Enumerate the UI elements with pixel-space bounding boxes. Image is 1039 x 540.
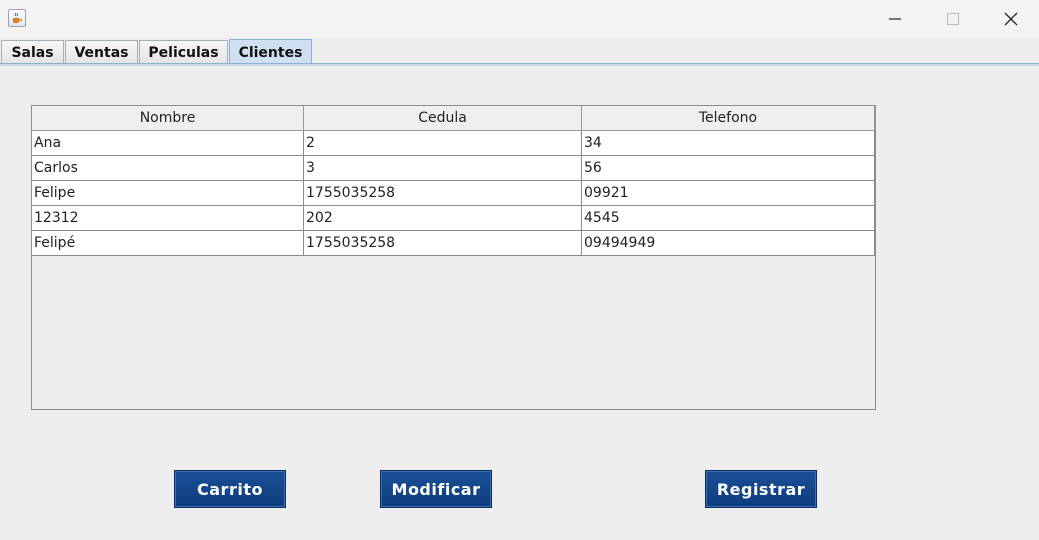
cell-cedula[interactable]: 1755035258 <box>304 181 582 206</box>
column-header-telefono[interactable]: Telefono <box>582 106 875 131</box>
table-row[interactable]: 12312 202 4545 <box>32 206 875 231</box>
java-cup-icon[interactable] <box>8 9 26 27</box>
close-button[interactable] <box>982 0 1039 37</box>
tab-salas[interactable]: Salas <box>1 40 64 65</box>
table-row[interactable]: Felipé 1755035258 09494949 <box>32 231 875 256</box>
cell-nombre[interactable]: 12312 <box>32 206 304 231</box>
tab-content-border <box>0 63 1039 66</box>
cell-nombre[interactable]: Felipé <box>32 231 304 256</box>
table-body: Ana 2 34 Carlos 3 56 Felipe 1755035258 0… <box>32 131 875 256</box>
title-bar <box>0 0 1039 37</box>
cell-cedula[interactable]: 3 <box>304 156 582 181</box>
cell-nombre[interactable]: Ana <box>32 131 304 156</box>
tab-peliculas[interactable]: Peliculas <box>139 40 228 65</box>
maximize-button[interactable] <box>924 0 982 37</box>
table-row[interactable]: Ana 2 34 <box>32 131 875 156</box>
cell-telefono[interactable]: 56 <box>582 156 875 181</box>
close-icon <box>1004 12 1018 25</box>
cell-cedula[interactable]: 1755035258 <box>304 231 582 256</box>
minimize-icon <box>889 17 901 20</box>
column-header-nombre[interactable]: Nombre <box>32 106 304 131</box>
clients-table: Nombre Cedula Telefono Ana 2 34 Carlos 3… <box>31 105 876 410</box>
cell-cedula[interactable]: 2 <box>304 131 582 156</box>
cell-nombre[interactable]: Felipe <box>32 181 304 206</box>
tab-clientes[interactable]: Clientes <box>229 39 312 65</box>
table-header: Nombre Cedula Telefono <box>32 106 875 131</box>
cell-cedula[interactable]: 202 <box>304 206 582 231</box>
cell-telefono[interactable]: 09494949 <box>582 231 875 256</box>
minimize-button[interactable] <box>866 0 924 37</box>
table-row[interactable]: Carlos 3 56 <box>32 156 875 181</box>
maximize-icon <box>947 12 959 25</box>
carrito-button[interactable]: Carrito <box>174 470 286 508</box>
table-row[interactable]: Felipe 1755035258 09921 <box>32 181 875 206</box>
column-header-cedula[interactable]: Cedula <box>304 106 582 131</box>
tab-ventas[interactable]: Ventas <box>65 40 138 65</box>
cell-telefono[interactable]: 09921 <box>582 181 875 206</box>
modificar-button[interactable]: Modificar <box>380 470 492 508</box>
registrar-button[interactable]: Registrar <box>705 470 817 508</box>
cell-telefono[interactable]: 34 <box>582 131 875 156</box>
cell-telefono[interactable]: 4545 <box>582 206 875 231</box>
cell-nombre[interactable]: Carlos <box>32 156 304 181</box>
